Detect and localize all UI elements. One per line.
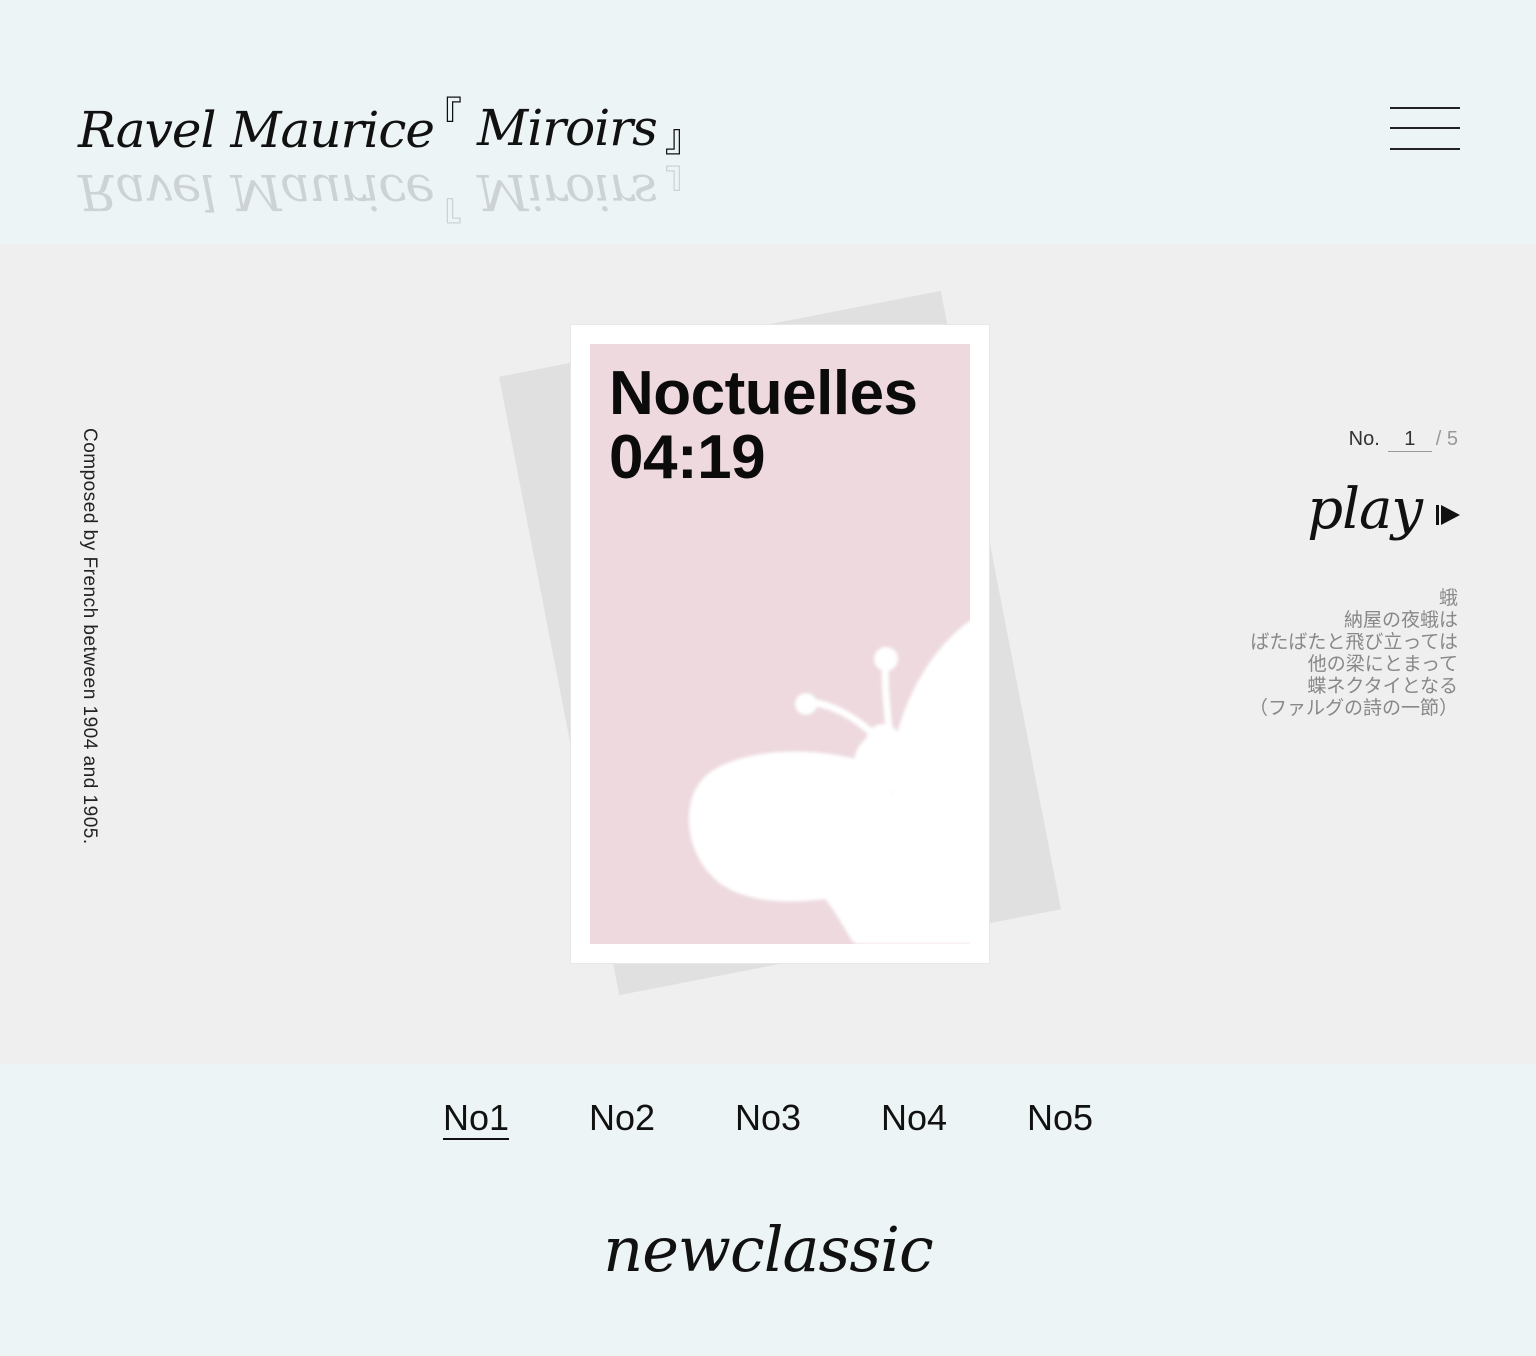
tab-label: No2	[588, 1097, 656, 1138]
site-header: Ravel Maurice Ravel Maurice 『 Miroirs 』 …	[0, 0, 1536, 244]
album-close-bracket-reflection: 』	[664, 160, 702, 204]
menu-line	[1390, 107, 1460, 109]
play-triangle-icon	[1436, 505, 1460, 525]
composition-note: Composed by French between 1904 and 1905…	[79, 428, 100, 845]
tab-no5[interactable]: No5	[987, 1094, 1133, 1142]
tab-label: No5	[1026, 1097, 1094, 1138]
tab-no2[interactable]: No2	[549, 1094, 695, 1142]
tab-no3[interactable]: No3	[695, 1094, 841, 1142]
album-title-reflection: 『 Miroirs 』	[424, 160, 702, 226]
composer-name-reflection: Ravel Maurice	[78, 163, 435, 221]
track-card[interactable]: Noctuelles 04:19	[571, 325, 989, 963]
album-title: 『 Miroirs 』	[424, 94, 703, 160]
tab-no4[interactable]: No4	[841, 1094, 987, 1142]
tab-label: No1	[442, 1097, 510, 1140]
album-open-bracket: 『	[424, 94, 462, 138]
menu-line	[1390, 148, 1460, 150]
menu-line	[1390, 127, 1460, 129]
album-title-text-reflection: Miroirs	[477, 163, 657, 221]
track-duration: 04:19	[609, 423, 766, 492]
track-counter-current: 1	[1387, 428, 1432, 452]
track-counter-prefix: No.	[1348, 428, 1380, 450]
album-title-text: Miroirs	[477, 99, 658, 157]
poem-line: （ファルグの詩の一節）	[1248, 698, 1458, 719]
poem-line: 蝶ネクタイとなる	[1307, 676, 1458, 697]
track-card-artwork: Noctuelles 04:19	[590, 344, 970, 944]
tab-label: No3	[734, 1097, 802, 1138]
poem-text: 蛾 納屋の夜蛾は ばたばたと飛び立っては 他の梁にとまって 蝶ネクタイとなる （…	[1138, 588, 1458, 720]
poem-line: ばたばたと飛び立っては	[1250, 632, 1458, 653]
play-label: play	[1307, 477, 1423, 542]
track-title: Noctuelles	[609, 359, 918, 428]
play-button[interactable]: play	[1307, 474, 1460, 546]
tab-no1[interactable]: No1	[403, 1094, 549, 1142]
album-open-bracket-reflection: 『	[424, 182, 462, 226]
hamburger-menu-icon[interactable]	[1388, 104, 1460, 152]
poem-line: 納屋の夜蛾は	[1343, 610, 1458, 631]
poem-line: 蛾	[1438, 588, 1458, 609]
poem-line: 他の梁にとまって	[1307, 654, 1458, 675]
track-counter-total: / 5	[1435, 428, 1458, 450]
album-close-bracket: 』	[664, 116, 703, 160]
footer-logo[interactable]: newclassic	[0, 1202, 1536, 1298]
composer-name[interactable]: Ravel Maurice	[78, 98, 435, 162]
tab-label: No4	[880, 1097, 948, 1138]
track-tabs: No1 No2 No3 No4 No5	[0, 1094, 1536, 1142]
track-counter: No. 1 / 5	[1349, 428, 1458, 452]
